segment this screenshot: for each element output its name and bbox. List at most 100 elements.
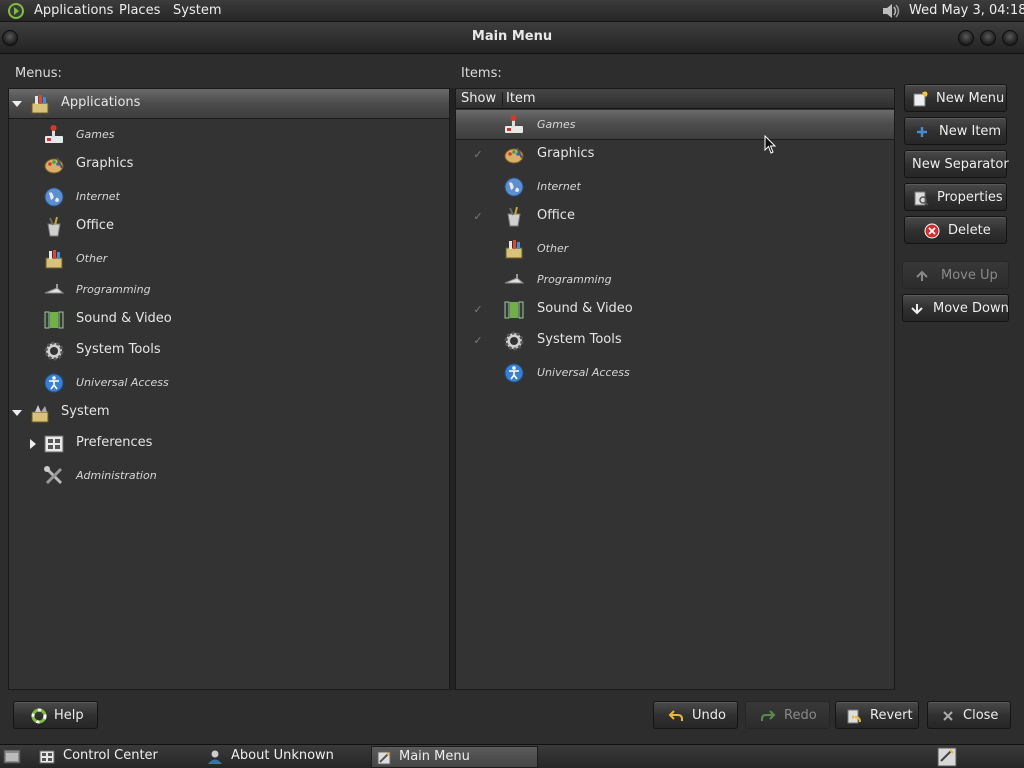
task-about-unknown[interactable]: About Unknown <box>203 746 367 768</box>
arrow-up-icon <box>916 270 928 281</box>
expander-expanded-icon[interactable] <box>11 407 23 419</box>
clock[interactable]: Wed May 3, 04:18 <box>909 3 1024 18</box>
tree-row-universal-access[interactable]: Universal Access <box>9 368 449 398</box>
distro-logo-icon[interactable] <box>6 2 26 20</box>
tree-row-graphics[interactable]: Graphics <box>9 150 449 180</box>
tree-label: System Tools <box>76 342 161 357</box>
tree-label: Office <box>76 218 114 233</box>
show-checkbox[interactable] <box>472 181 484 193</box>
main-menu-icon <box>377 751 391 765</box>
task-label: Control Center <box>63 748 158 763</box>
tree-row-applications[interactable]: Applications <box>9 89 449 119</box>
sound-video-icon <box>44 311 64 329</box>
item-row-sound-video[interactable]: ✓ Sound & Video <box>456 295 894 325</box>
new-menu-icon <box>913 91 928 107</box>
show-checkbox-checked[interactable]: ✓ <box>472 211 484 223</box>
internet-icon <box>504 177 524 197</box>
item-row-system-tools[interactable]: ✓ System Tools <box>456 326 894 356</box>
undo-button[interactable]: Undo <box>653 701 738 729</box>
tree-row-office[interactable]: Office <box>9 212 449 242</box>
notes-applet-icon[interactable] <box>936 746 958 768</box>
tree-row-games[interactable]: Games <box>9 120 449 150</box>
close-button[interactable]: Close <box>927 701 1011 729</box>
office-icon <box>507 206 521 227</box>
tree-row-sound-video[interactable]: Sound & Video <box>9 305 449 335</box>
window-close-button[interactable] <box>1002 30 1018 46</box>
show-checkbox[interactable] <box>472 367 484 379</box>
minimize-button[interactable] <box>958 30 974 46</box>
show-checkbox[interactable] <box>472 274 484 286</box>
tree-row-administration[interactable]: Administration <box>9 461 449 491</box>
tree-label: Sound & Video <box>76 311 172 326</box>
items-list[interactable]: Show Item Games ✓ Graphics Internet ✓ Of… <box>455 88 895 690</box>
properties-button[interactable]: Properties <box>904 183 1007 211</box>
panel-menu-applications[interactable]: Applications <box>34 3 113 18</box>
expander-collapsed-icon[interactable] <box>27 438 39 450</box>
move-up-button[interactable]: Move Up <box>902 261 1009 289</box>
column-header-item[interactable]: Item <box>506 91 536 106</box>
delete-button[interactable]: Delete <box>904 216 1007 244</box>
show-checkbox[interactable] <box>472 119 484 131</box>
panel-menu-system[interactable]: System <box>173 3 221 18</box>
properties-icon <box>914 191 929 206</box>
item-label: Programming <box>537 273 612 286</box>
task-control-center[interactable]: Control Center <box>35 746 197 768</box>
other-icon <box>45 250 63 269</box>
games-icon <box>45 125 63 143</box>
items-column-header: Show Item <box>456 89 894 109</box>
titlebar[interactable]: Main Menu <box>0 22 1024 54</box>
task-main-menu[interactable]: Main Menu <box>371 746 538 768</box>
new-menu-label: New Menu <box>936 91 1005 106</box>
undo-icon <box>668 710 683 721</box>
menus-tree[interactable]: Applications Games Graphics Internet Off… <box>8 88 450 690</box>
maximize-button[interactable] <box>980 30 996 46</box>
new-separator-label: New Separator <box>912 157 1009 172</box>
help-button[interactable]: Help <box>13 701 98 729</box>
item-row-other[interactable]: Other <box>456 234 894 264</box>
universal-access-icon <box>504 363 524 383</box>
move-down-label: Move Down <box>933 301 1009 316</box>
games-icon <box>505 115 523 133</box>
item-row-office[interactable]: ✓ Office <box>456 202 894 232</box>
revert-button[interactable]: Revert <box>835 701 919 729</box>
volume-icon[interactable] <box>880 2 902 20</box>
graphics-icon <box>44 157 64 174</box>
item-row-internet[interactable]: Internet <box>456 172 894 202</box>
delete-label: Delete <box>948 223 991 238</box>
preferences-icon <box>44 435 64 453</box>
item-row-graphics[interactable]: ✓ Graphics <box>456 140 894 170</box>
show-checkbox-checked[interactable]: ✓ <box>472 335 484 347</box>
tree-row-system[interactable]: System <box>9 398 449 428</box>
new-item-button[interactable]: New Item <box>904 117 1007 145</box>
tree-row-programming[interactable]: Programming <box>9 275 449 305</box>
panel-menu-places[interactable]: Places <box>119 3 160 18</box>
tree-row-internet[interactable]: Internet <box>9 182 449 212</box>
tree-row-other[interactable]: Other <box>9 244 449 274</box>
administration-icon <box>44 466 63 485</box>
show-desktop-icon[interactable] <box>3 748 21 765</box>
tree-row-system-tools[interactable]: System Tools <box>9 336 449 366</box>
tree-label: Internet <box>76 190 120 203</box>
item-row-universal-access[interactable]: Universal Access <box>456 358 894 388</box>
tree-label: Applications <box>61 95 141 110</box>
item-label: System Tools <box>537 332 622 347</box>
graphics-icon <box>504 147 524 164</box>
new-menu-button[interactable]: New Menu <box>904 84 1007 112</box>
item-row-programming[interactable]: Programming <box>456 265 894 295</box>
programming-icon <box>44 284 65 294</box>
tree-label: Programming <box>76 283 151 296</box>
show-checkbox-checked[interactable]: ✓ <box>472 149 484 161</box>
item-row-games[interactable]: Games <box>456 110 894 140</box>
move-down-button[interactable]: Move Down <box>902 294 1009 322</box>
tree-row-preferences[interactable]: Preferences <box>9 429 449 459</box>
expander-expanded-icon[interactable] <box>11 98 23 110</box>
close-label: Close <box>963 708 999 723</box>
show-checkbox-checked[interactable]: ✓ <box>472 304 484 316</box>
redo-button[interactable]: Redo <box>745 701 830 729</box>
help-icon <box>31 708 47 724</box>
system-tools-icon <box>44 341 64 361</box>
menus-label: Menus: <box>15 66 62 81</box>
new-separator-button[interactable]: New Separator <box>904 150 1009 178</box>
show-checkbox[interactable] <box>472 243 484 255</box>
column-header-show[interactable]: Show <box>461 91 496 106</box>
